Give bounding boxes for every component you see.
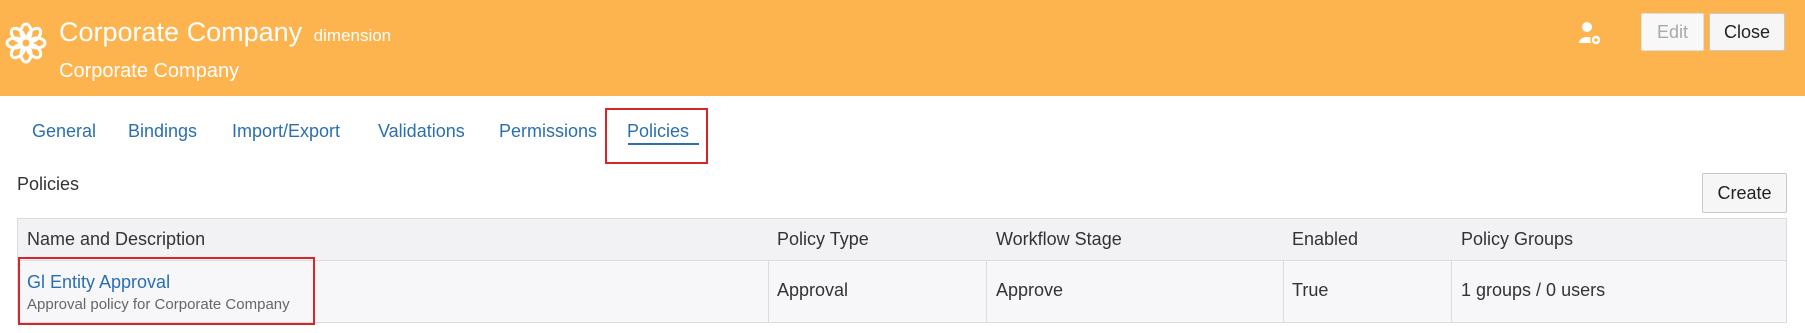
column-divider (1451, 261, 1452, 322)
page-title-type: dimension (313, 26, 392, 45)
create-button[interactable]: Create (1702, 173, 1787, 213)
page-title: Corporate Company dimension (59, 15, 391, 53)
column-header-policy-type[interactable]: Policy Type (777, 229, 869, 250)
highlight-box-policies-tab (605, 108, 708, 164)
tab-bindings[interactable]: Bindings (128, 121, 197, 142)
page-subtitle: Corporate Company (59, 60, 240, 82)
column-header-name[interactable]: Name and Description (27, 229, 205, 250)
tab-bar: General Bindings Import/Export Validatio… (0, 104, 1805, 164)
column-divider (768, 261, 769, 322)
user-settings-icon[interactable] (1578, 21, 1602, 47)
highlight-box-policy-name (18, 257, 315, 325)
flower-icon (5, 22, 47, 64)
enabled-cell: True (1292, 280, 1329, 300)
tab-import-export[interactable]: Import/Export (232, 121, 340, 142)
section-title: Policies (17, 174, 80, 194)
column-divider (1283, 261, 1284, 322)
close-button[interactable]: Close (1709, 13, 1785, 51)
table-header: Name and Description Policy Type Workflo… (18, 219, 1786, 261)
page-title-text: Corporate Company (59, 17, 303, 47)
column-divider (986, 261, 987, 322)
column-header-policy-groups[interactable]: Policy Groups (1461, 229, 1573, 250)
workflow-stage-cell: Approve (996, 280, 1064, 300)
tab-validations[interactable]: Validations (378, 121, 465, 142)
policy-type-cell: Approval (777, 280, 849, 300)
edit-button[interactable]: Edit (1641, 13, 1704, 51)
header-bar: Corporate Company dimension Corporate Co… (0, 0, 1805, 96)
column-header-enabled[interactable]: Enabled (1292, 229, 1358, 250)
tab-general[interactable]: General (32, 121, 96, 142)
policy-groups-cell: 1 groups / 0 users (1461, 280, 1606, 300)
tab-permissions[interactable]: Permissions (499, 121, 597, 142)
column-header-workflow-stage[interactable]: Workflow Stage (996, 229, 1122, 250)
